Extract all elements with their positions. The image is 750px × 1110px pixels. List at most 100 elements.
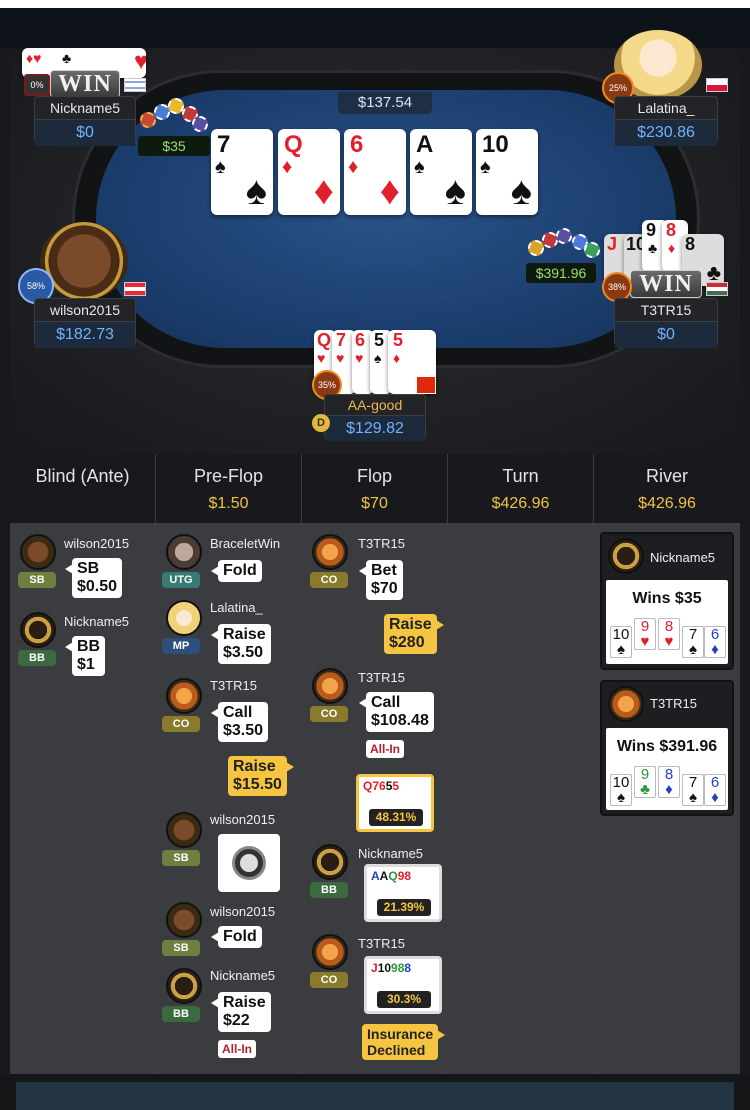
card-rank: 6	[350, 131, 364, 158]
history-column-river: River $426.96 Nickname5 Wins $35 10 ♠ 9 ♥ …	[594, 454, 740, 1074]
position-badge: SB	[162, 940, 200, 956]
action-amount: $22	[223, 1012, 250, 1029]
card-rank: 6	[355, 330, 366, 350]
action-bubble: SB $0.50	[64, 558, 123, 598]
avatar	[608, 686, 644, 722]
action-amount: $15.50	[233, 776, 282, 793]
position-badge: BB	[18, 650, 56, 666]
player-stack: $129.82	[325, 416, 425, 441]
spade-icon: ♠	[374, 350, 382, 366]
diamond-icon: ♦	[393, 350, 401, 366]
avatar	[20, 612, 56, 648]
column-amount: $70	[361, 495, 388, 512]
column-title: Blind (Ante)	[35, 466, 130, 486]
avatar	[312, 668, 348, 704]
spade-icon: ♠	[245, 169, 267, 213]
win-amount: Wins $35	[632, 590, 702, 607]
player-name: T3TR15	[358, 670, 405, 685]
poker-replay-screen: $137.54 7 ♠ ♠ Q ♦ ♦ 6 ♦ ♦ A ♠ ♠ 10 ♠ ♠ ♦…	[0, 0, 750, 1110]
spade-icon: ♠	[510, 169, 532, 213]
equity-box: J10988 30.3%	[364, 956, 442, 1014]
action-amount: $280	[389, 634, 425, 651]
column-title: Turn	[502, 466, 539, 486]
flag-icon	[124, 282, 146, 296]
player-name: T3TR15	[358, 936, 405, 951]
equity-box: AAQ98 21.39%	[364, 864, 442, 922]
action-label: BB	[77, 638, 101, 655]
card: 8 ♦	[658, 766, 680, 798]
position-badge: BB	[162, 1006, 200, 1022]
raise-bubble: Raise $15.50	[228, 756, 294, 796]
diamond-icon: ♦	[668, 240, 676, 256]
action-bubble: Bet $70	[359, 560, 403, 600]
heart-icon: ♥	[134, 48, 146, 75]
chip-stack-icon	[528, 226, 600, 262]
player-name: wilson2015	[64, 536, 130, 551]
win-badge: WIN	[630, 270, 702, 298]
chip-stack-icon	[140, 98, 208, 136]
column-body: Nickname5 Wins $35 10 ♠ 9 ♥ 8 ♥ 7 ♠ 6 ♦ T3TR1…	[594, 524, 740, 1074]
player-bet: $35	[138, 136, 210, 156]
board-card-1: 7 ♠ ♠	[211, 129, 273, 215]
position-badge: SB	[162, 850, 200, 866]
player-name: T3TR15	[650, 696, 697, 711]
spade-icon: ♠	[215, 156, 226, 178]
card: 9 ♣	[634, 766, 656, 798]
raise-bubble: Raise $280	[384, 614, 444, 654]
board-card-2: Q ♦ ♦	[278, 129, 340, 215]
action-label: Bet	[371, 562, 397, 579]
winner-panel: Nickname5 Wins $35 10 ♠ 9 ♥ 8 ♥ 7 ♠ 6 ♦	[600, 532, 734, 670]
player-name: T3TR15	[358, 536, 405, 551]
action-bubble: Call $3.50	[210, 702, 269, 742]
equity-badge: 0%	[24, 74, 50, 96]
column-body: SB wilson2015 SB $0.50 BB Nickname5 BB $1	[10, 524, 155, 1074]
card: 7 ♠	[682, 774, 704, 806]
avatar	[166, 812, 202, 848]
pot-amount: $137.54	[338, 92, 432, 114]
hand-cards: AAQ98	[371, 869, 412, 883]
player-stack: $0	[35, 120, 135, 146]
player-nameplate-wilson2015[interactable]: wilson2015 $182.73	[34, 298, 136, 348]
spade-icon: ♠	[414, 156, 425, 178]
flag-icon	[706, 282, 728, 296]
equity-percent: 48.31%	[369, 809, 423, 826]
insurance-bubble: Insurance Declined	[362, 1024, 446, 1060]
action-label: SB	[77, 560, 100, 577]
heart-icon: ♥	[355, 350, 364, 366]
player-name: BraceletWin	[210, 536, 281, 551]
equity-percent: 30.3%	[377, 991, 431, 1008]
board-card-3: 6 ♦ ♦	[344, 129, 406, 215]
card: 7 ♠	[682, 626, 704, 658]
avatar	[166, 902, 202, 938]
player-nameplate-nickname5[interactable]: Nickname5 $0	[34, 96, 136, 146]
action-label: Raise	[223, 994, 266, 1011]
player-name: T3TR15	[210, 678, 257, 693]
card: 10 ♠	[610, 774, 632, 806]
spade-icon: ♠	[444, 169, 466, 213]
player-name: AA-good	[325, 395, 425, 416]
player-name: Nickname5	[35, 97, 135, 120]
history-column-flop: Flop $70 CO T3TR15 Bet $70 Raise $280 CO T…	[302, 454, 448, 1074]
win-badge: WIN	[50, 70, 120, 98]
avatar	[20, 534, 56, 570]
action-bubble: Call $108.48	[359, 692, 434, 732]
winner-panel: T3TR15 Wins $391.96 10 ♠ 9 ♣ 8 ♦ 7 ♠ 6 ♦	[600, 680, 734, 816]
action-label: Raise	[233, 758, 276, 775]
avatar	[166, 678, 202, 714]
player-stack: $0	[615, 322, 717, 348]
avatar	[312, 534, 348, 570]
card-rank: J	[607, 234, 618, 254]
card-rank: 8	[666, 220, 677, 240]
player-name: T3TR15	[615, 299, 717, 322]
spade-icon: ♠	[480, 156, 491, 178]
player-nameplate-t3tr15[interactable]: T3TR15 $0	[614, 298, 718, 348]
player-bet: $391.96	[526, 263, 596, 283]
column-header: Turn $426.96	[448, 454, 593, 524]
position-badge: UTG	[162, 572, 200, 588]
bottom-banner[interactable]	[0, 1074, 750, 1110]
player-nameplate-aa-good[interactable]: AA-good $129.82	[324, 394, 426, 441]
all-in-tag: All-In	[366, 740, 404, 758]
column-header: Blind (Ante)	[10, 454, 155, 524]
player-nameplate-lalatina[interactable]: Lalatina_ $230.86	[614, 96, 718, 146]
column-body: CO T3TR15 Bet $70 Raise $280 CO T3TR15 Cal…	[302, 524, 447, 1074]
